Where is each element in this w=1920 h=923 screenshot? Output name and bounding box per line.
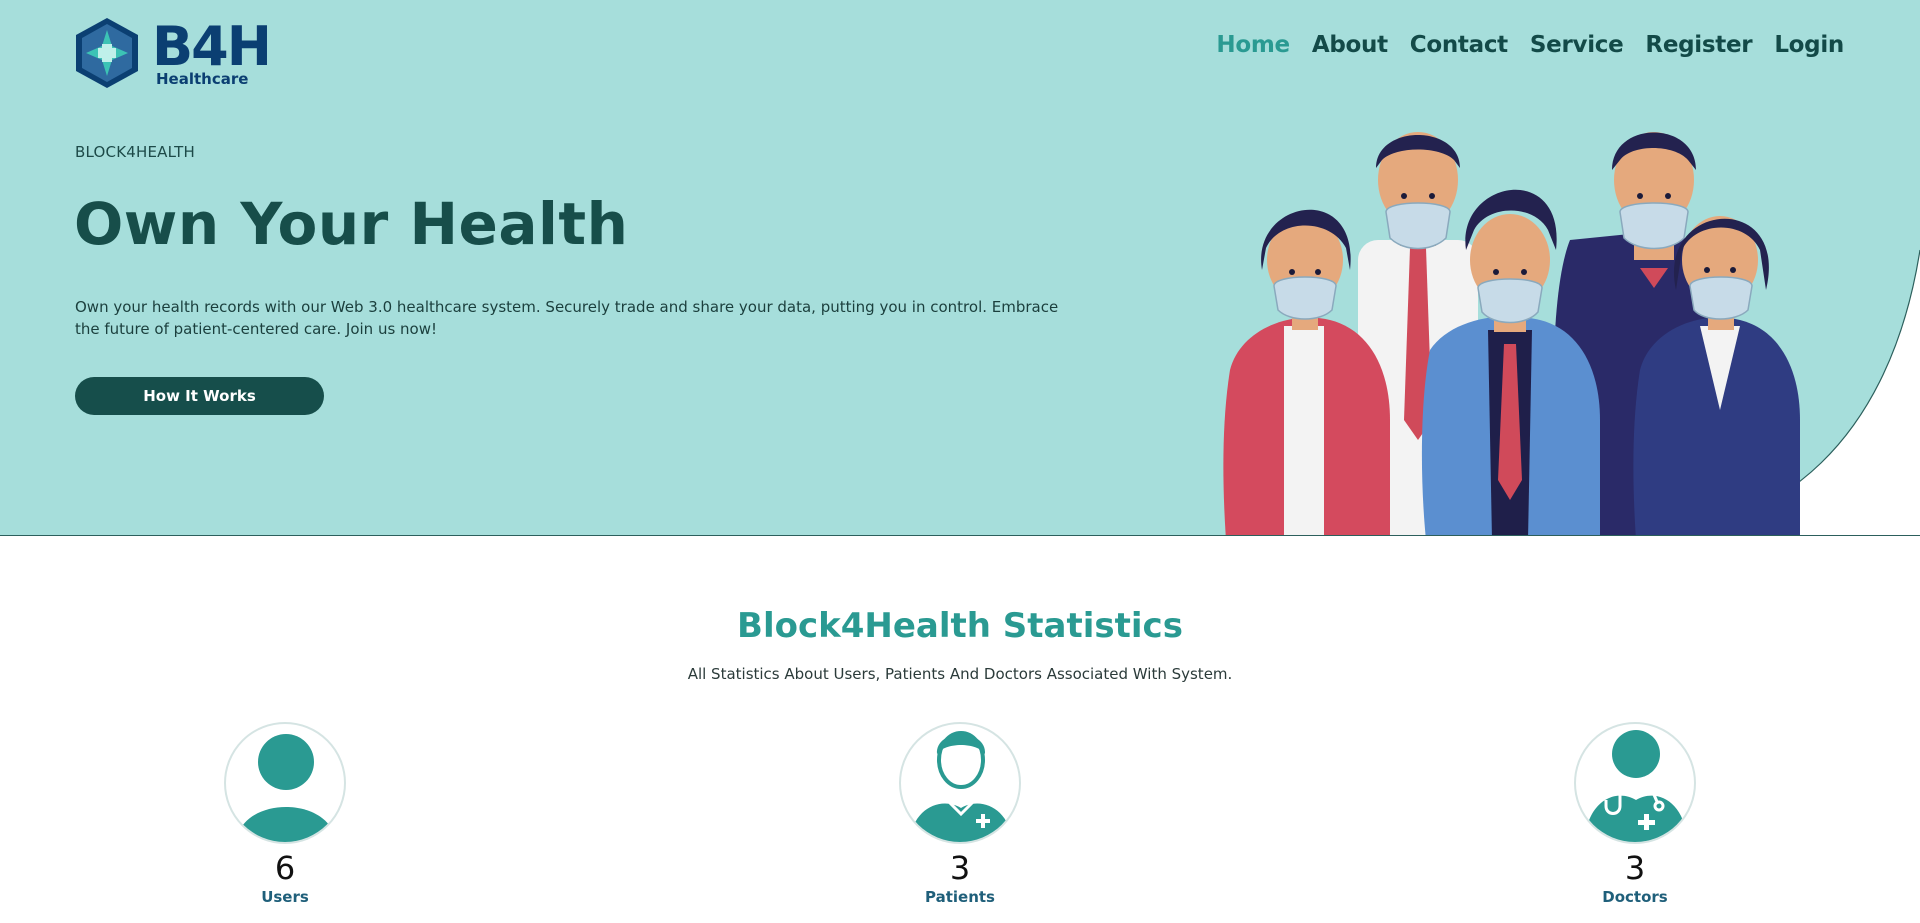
- patients-label: Patients: [925, 888, 995, 906]
- nav-contact[interactable]: Contact: [1410, 32, 1508, 58]
- stat-users: 6 Users: [185, 722, 385, 906]
- masked-people-illustration: [1223, 132, 1800, 535]
- hero-title: Own Your Health: [74, 190, 629, 258]
- doctors-count: 3: [1624, 849, 1646, 887]
- nav-about[interactable]: About: [1312, 32, 1388, 58]
- users-count: 6: [274, 849, 296, 887]
- hero-description: Own your health records with our Web 3.0…: [75, 298, 1059, 338]
- hexagon-cross-icon: [76, 18, 138, 88]
- patients-count: 3: [949, 849, 971, 887]
- nav-register[interactable]: Register: [1645, 32, 1752, 58]
- nav-login[interactable]: Login: [1774, 32, 1844, 58]
- user-icon: [236, 734, 336, 842]
- doctor-icon: [1584, 730, 1688, 842]
- patient-icon: [909, 731, 1013, 842]
- stats-subtitle: All Statistics About Users, Patients And…: [687, 665, 1233, 683]
- brand-name: B4H: [152, 14, 272, 78]
- stats-title: Block4Health Statistics: [737, 606, 1183, 646]
- how-it-works-button[interactable]: How It Works: [75, 377, 324, 415]
- nav-service[interactable]: Service: [1530, 32, 1624, 58]
- brand-logo[interactable]: B4H Healthcare: [74, 14, 272, 90]
- users-label: Users: [261, 888, 309, 906]
- stat-patients: 3 Patients: [860, 722, 1060, 906]
- hero-section: B4H Healthcare Home About Contact Servic…: [0, 0, 1920, 536]
- hero-eyebrow: BLOCK4HEALTH: [75, 143, 195, 161]
- doctors-label: Doctors: [1602, 888, 1668, 906]
- stat-doctors: 3 Doctors: [1535, 722, 1735, 906]
- main-nav: Home About Contact Service Register Logi…: [1216, 32, 1844, 58]
- nav-home[interactable]: Home: [1216, 32, 1290, 58]
